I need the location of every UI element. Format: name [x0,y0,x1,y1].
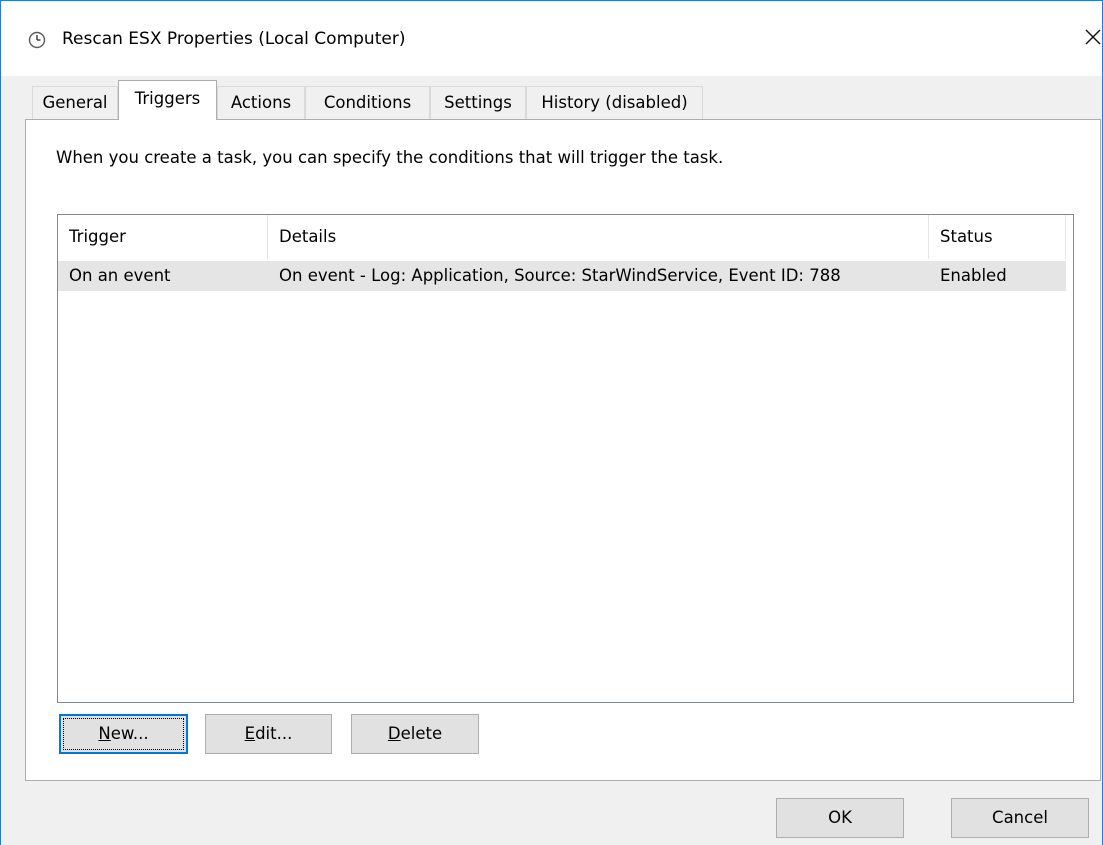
clock-icon [28,31,46,49]
title-bar: Rescan ESX Properties (Local Computer) [1,1,1102,76]
list-header: Trigger Details Status [58,215,1073,259]
cancel-button[interactable]: Cancel [951,798,1089,838]
trigger-cell: On an event [69,266,171,285]
delete-trigger-button[interactable]: Delete [351,714,479,754]
edit-mnemonic: E [244,724,256,743]
table-row[interactable]: On an event On event - Log: Application,… [58,261,1066,291]
edit-trigger-button[interactable]: Edit... [205,714,332,754]
column-header-details[interactable]: Details [268,215,929,259]
column-header-trigger[interactable]: Trigger [58,215,268,259]
tab-history[interactable]: History (disabled) [526,86,703,120]
column-header-status[interactable]: Status [929,215,1066,259]
new-label-rest: ew... [110,724,149,743]
ok-button[interactable]: OK [776,798,904,838]
tab-conditions[interactable]: Conditions [305,86,430,120]
triggers-intro-text: When you create a task, you can specify … [56,148,724,167]
triggers-tab-panel: When you create a task, you can specify … [25,119,1101,781]
delete-label-rest: elete [400,724,443,743]
new-trigger-button[interactable]: New... [59,714,188,754]
new-mnemonic: N [98,724,111,743]
tab-general[interactable]: General [32,86,118,120]
tab-actions[interactable]: Actions [217,86,305,120]
delete-mnemonic: D [387,724,401,743]
status-cell: Enabled [940,266,1007,285]
window-title: Rescan ESX Properties (Local Computer) [62,29,406,49]
close-icon [1085,29,1101,45]
tab-settings[interactable]: Settings [430,86,526,120]
tab-triggers[interactable]: Triggers [118,80,217,120]
edit-label-rest: dit... [255,724,293,743]
details-cell: On event - Log: Application, Source: Sta… [279,266,841,285]
triggers-list[interactable]: Trigger Details Status On an event On ev… [57,214,1074,703]
task-properties-dialog: Rescan ESX Properties (Local Computer) G… [0,0,1103,845]
close-button[interactable] [1074,14,1102,58]
